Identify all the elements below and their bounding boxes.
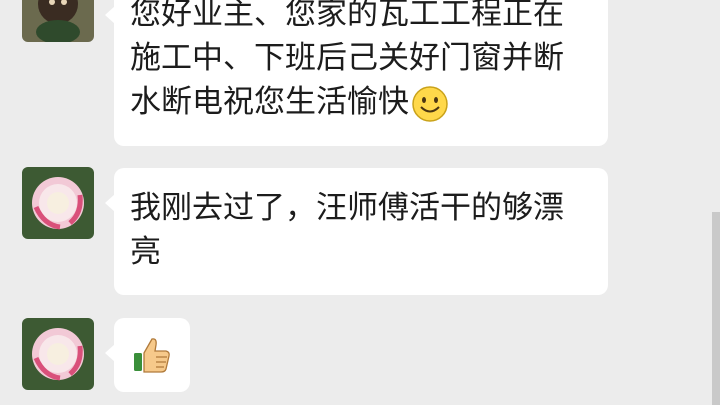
smiling-face-icon: [411, 85, 449, 123]
message-1-line-2: 施工中、下班后己关好门窗并断: [130, 40, 564, 76]
message-bubble-2[interactable]: 我刚去过了，汪师傅活干的够漂 亮: [105, 168, 608, 295]
avatar-rose-icon: [22, 167, 94, 239]
thumbs-up-icon: [134, 338, 170, 373]
avatar-rose-2[interactable]: [22, 318, 94, 390]
message-2-line-2: 亮: [130, 234, 161, 270]
avatar-contact-icon: [22, 0, 94, 42]
message-1-line-1: 您好业主、您家的瓦工工程正在: [130, 0, 564, 32]
message-bubble-3[interactable]: [105, 318, 190, 392]
message-bubble-1[interactable]: 您好业主、您家的瓦工工程正在 施工中、下班后己关好门窗并断 水断电祝您生活愉快: [105, 0, 608, 146]
message-1-line-3: 水断电祝您生活愉快: [130, 80, 592, 124]
chat-history: 您好业主、您家的瓦工工程正在 施工中、下班后己关好门窗并断 水断电祝您生活愉快 …: [0, 0, 720, 405]
avatar-rose-icon: [22, 318, 94, 390]
avatar-rose-1[interactable]: [22, 167, 94, 239]
scrollbar[interactable]: [712, 212, 720, 405]
message-2-line-1: 我刚去过了，汪师傅活干的够漂: [130, 190, 564, 226]
avatar-contact[interactable]: [22, 0, 94, 42]
